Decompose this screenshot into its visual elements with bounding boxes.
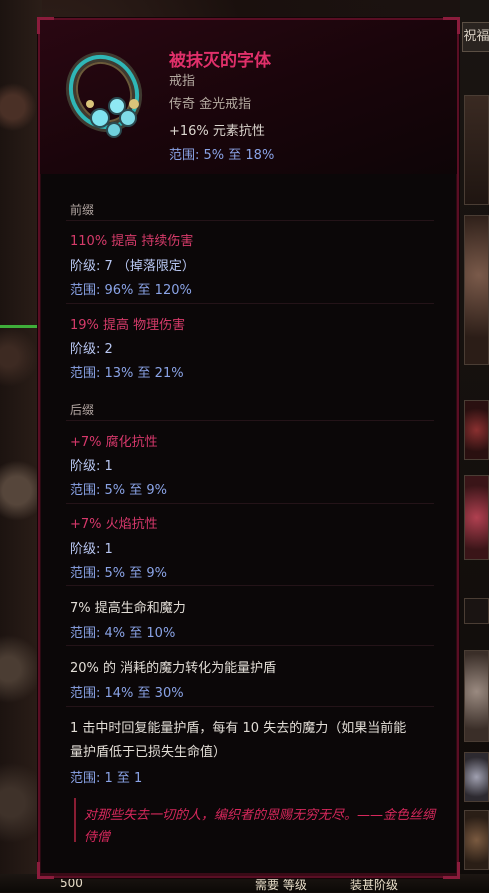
- lore-accent: [74, 798, 76, 842]
- scene-left: [0, 0, 42, 892]
- inventory-slot[interactable]: [464, 752, 489, 802]
- mod-range: 范围: 14% 至 30%: [70, 686, 184, 701]
- unique-mod: 7% 提高生命和魔力: [70, 601, 186, 616]
- corner-ornament: [37, 17, 54, 34]
- inventory-slot[interactable]: [464, 475, 489, 560]
- divider: [66, 706, 434, 707]
- mod-range: 范围: 13% 至 21%: [70, 366, 184, 381]
- corner-ornament: [37, 862, 54, 879]
- item-base-type: 戒指: [169, 74, 196, 89]
- mod-range: 范围: 5% 至 9%: [70, 483, 168, 498]
- hud-label-tier: 装甚阶级: [350, 878, 399, 892]
- divider: [66, 420, 434, 421]
- unique-mod: 20% 的 消耗的魔力转化为能量护盾: [70, 661, 277, 676]
- health-bar-indicator: [0, 325, 42, 328]
- inventory-slot[interactable]: [464, 400, 489, 460]
- gold-amount: 500: [60, 876, 83, 890]
- suffix-mod: +7% 火焰抗性: [70, 517, 158, 532]
- tab-blessings[interactable]: 祝福: [462, 22, 489, 52]
- unique-mod-cont: 量护盾低于已损失生命值）: [70, 745, 227, 760]
- implicit-range: 范围: 5% 至 18%: [169, 148, 275, 163]
- prefix-mod: 110% 提高 持续伤害: [70, 234, 194, 249]
- mod-range: 范围: 1 至 1: [70, 771, 143, 786]
- lore-text-cont: 侍僧: [84, 830, 111, 845]
- corner-ornament: [443, 862, 460, 879]
- mod-tier: 阶级: 2: [70, 342, 113, 357]
- mod-tier: 阶级: 7 （掉落限定）: [70, 259, 195, 274]
- corner-ornament: [443, 17, 460, 34]
- mod-tier: 阶级: 1: [70, 459, 113, 474]
- inventory-slot[interactable]: [464, 650, 489, 742]
- lore-text: 对那些失去一切的人，编织者的恩赐无穷无尽。——金色丝绸: [84, 808, 436, 823]
- unique-mod: 1 击中时回复能量护盾，每有 10 失去的魔力（如果当前能: [70, 721, 407, 736]
- inventory-slot[interactable]: [464, 598, 489, 624]
- prefix-header: 前缀: [70, 203, 95, 217]
- item-name: 被抹灭的字体: [169, 51, 271, 71]
- implicit-mod: +16% 元素抗性: [169, 124, 265, 139]
- hud-label-level: 需要 等级: [255, 878, 307, 892]
- item-rarity: 传奇 金光戒指: [169, 97, 252, 112]
- prefix-mod: 19% 提高 物理伤害: [70, 318, 186, 333]
- suffix-mod: +7% 腐化抗性: [70, 435, 158, 450]
- mod-tier: 阶级: 1: [70, 542, 113, 557]
- tooltip-footer: [40, 873, 457, 876]
- mod-range: 范围: 96% 至 120%: [70, 283, 192, 298]
- divider: [66, 220, 434, 221]
- ring-icon: [65, 51, 143, 138]
- suffix-header: 后缀: [70, 403, 95, 417]
- inventory-slot[interactable]: [464, 810, 489, 870]
- item-tooltip: 被抹灭的字体 戒指 传奇 金光戒指 +16% 元素抗性 范围: 5% 至 18%…: [37, 17, 460, 879]
- divider: [66, 585, 434, 586]
- divider: [66, 503, 434, 504]
- mod-range: 范围: 5% 至 9%: [70, 566, 168, 581]
- inventory-slot[interactable]: [464, 95, 489, 205]
- inventory-slot[interactable]: [464, 215, 489, 365]
- divider: [66, 303, 434, 304]
- divider: [66, 645, 434, 646]
- mod-range: 范围: 4% 至 10%: [70, 626, 176, 641]
